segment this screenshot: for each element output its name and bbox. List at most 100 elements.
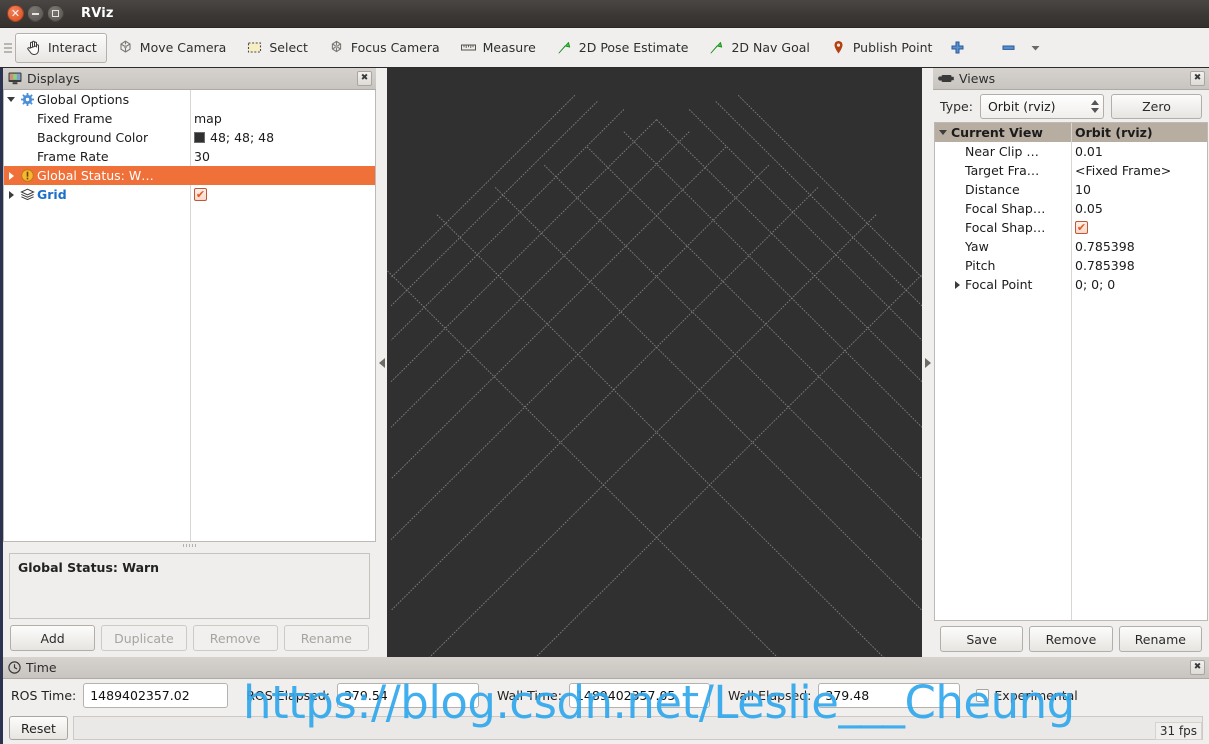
tool-select[interactable]: Select — [236, 33, 318, 63]
views-row-value[interactable]: 0; 0; 0 — [1075, 277, 1115, 292]
minus-icon — [1002, 45, 1015, 50]
toolbar-grip[interactable] — [4, 38, 12, 58]
tool-focus-camera[interactable]: Focus Camera — [318, 33, 450, 63]
tree-item-label: Background Color — [37, 130, 149, 145]
tool-2d-pose-estimate[interactable]: 2D Pose Estimate — [546, 33, 699, 63]
views-close-icon[interactable]: ✖ — [1190, 71, 1205, 86]
tool-measure[interactable]: Measure — [450, 33, 546, 63]
table-row[interactable]: Global Options — [4, 90, 375, 109]
time-close-icon[interactable]: ✖ — [1190, 660, 1205, 675]
ros-elapsed-input[interactable]: 379.54 — [336, 683, 479, 708]
collapse-left-handle[interactable] — [376, 68, 387, 657]
tool-select-label: Select — [269, 40, 308, 55]
toolbar-overflow-button[interactable] — [1022, 33, 1049, 63]
enable-checkbox[interactable]: ✔ — [194, 188, 207, 201]
clock-icon — [8, 661, 21, 674]
table-row[interactable]: Background Color 48; 48; 48 — [4, 128, 375, 147]
views-row-label: Focal Shap… — [965, 220, 1046, 235]
view-type-value: Orbit (rviz) — [987, 98, 1056, 114]
table-row-selected[interactable]: Global Status: W… — [4, 166, 375, 185]
hand-cursor-icon — [27, 40, 39, 56]
main-body: Displays ✖ Global Options Fixed Frame ma… — [0, 68, 1209, 657]
views-row-value[interactable]: 0.05 — [1075, 201, 1103, 216]
rename-view-button[interactable]: Rename — [1118, 626, 1202, 652]
remove-display-button[interactable]: Remove — [192, 625, 278, 651]
time-panel-title: Time — [26, 660, 57, 675]
maximize-window-button[interactable] — [47, 5, 64, 22]
ros-time-label: ROS Time: — [11, 688, 77, 703]
views-panel-title: Views — [959, 71, 996, 86]
tool-interact[interactable]: Interact — [15, 32, 107, 63]
views-row-value[interactable]: 0.785398 — [1075, 258, 1135, 273]
experimental-checkbox[interactable] — [976, 689, 990, 702]
expand-arrow-icon[interactable] — [4, 171, 18, 180]
tool-move-camera[interactable]: Move Camera — [107, 33, 237, 63]
views-tree[interactable]: Current View Orbit (rviz) Near Clip … 0.… — [934, 122, 1208, 621]
wall-time-input[interactable]: 1489402357.05 — [568, 683, 710, 708]
views-row-value[interactable]: 0.785398 — [1075, 239, 1135, 254]
time-fields-row: ROS Time: 1489402357.02 ROS Elapsed: 379… — [3, 679, 1209, 712]
reset-button[interactable]: Reset — [9, 716, 68, 740]
focal-shape-checkbox[interactable]: ✔ — [1075, 221, 1088, 234]
add-display-button[interactable]: Add — [10, 625, 96, 651]
views-row-label: Focal Point — [965, 277, 1033, 292]
tool-publish-point[interactable]: Publish Point — [820, 33, 943, 63]
reset-row: Reset — [3, 712, 1209, 744]
tool-interact-label: Interact — [48, 40, 97, 55]
spinner-arrows-icon[interactable] — [1090, 99, 1099, 113]
triangle-left-icon — [378, 357, 385, 368]
minimize-window-button[interactable] — [27, 5, 44, 22]
remove-tool-button[interactable] — [995, 33, 1022, 63]
gear-icon — [18, 93, 37, 106]
view-type-combo[interactable]: Orbit (rviz) — [979, 93, 1104, 119]
expand-arrow-icon[interactable] — [4, 190, 18, 199]
views-row-value[interactable]: <Fixed Frame> — [1075, 163, 1171, 178]
status-message: Global Status: Warn — [9, 553, 370, 619]
main-toolbar: Interact Move Camera Select Focus Camera… — [0, 28, 1209, 68]
expand-arrow-icon[interactable] — [935, 130, 951, 135]
move-camera-icon — [120, 40, 131, 53]
window-title: RViz — [81, 6, 114, 21]
time-panel: Time ✖ ROS Time: 1489402357.02 ROS Elaps… — [3, 657, 1209, 744]
chevron-down-icon — [1031, 46, 1040, 51]
experimental-label: Experimental — [994, 688, 1078, 703]
expand-arrow-icon[interactable] — [4, 97, 18, 102]
table-row[interactable]: Fixed Frame map — [4, 109, 375, 128]
save-view-button[interactable]: Save — [940, 626, 1024, 652]
tool-2d-nav-goal[interactable]: 2D Nav Goal — [698, 33, 819, 63]
remove-view-button[interactable]: Remove — [1029, 626, 1113, 652]
ros-time-input[interactable]: 1489402357.02 — [83, 683, 229, 708]
tree-item-value[interactable]: 48; 48; 48 — [210, 130, 274, 145]
zero-button[interactable]: Zero — [1110, 93, 1202, 119]
tree-item-value[interactable]: map — [194, 111, 222, 126]
table-row[interactable]: Grid ✔ — [4, 185, 375, 204]
views-row-value[interactable]: 0.01 — [1075, 144, 1103, 159]
close-window-button[interactable]: ✕ — [7, 5, 24, 22]
monitor-icon — [8, 72, 22, 85]
warning-icon — [18, 169, 37, 182]
table-row[interactable]: Frame Rate 30 — [4, 147, 375, 166]
tool-2d-pose-estimate-label: 2D Pose Estimate — [578, 40, 689, 55]
rename-display-button[interactable]: Rename — [283, 625, 369, 651]
viewport-area — [376, 68, 933, 657]
views-header-name: Current View — [951, 125, 1043, 140]
displays-close-icon[interactable]: ✖ — [357, 71, 372, 86]
views-row-label: Target Fra… — [965, 163, 1040, 178]
displays-splitter[interactable] — [3, 542, 376, 548]
duplicate-display-button[interactable]: Duplicate — [101, 625, 187, 651]
tree-item-label: Fixed Frame — [37, 111, 113, 126]
ros-elapsed-label: ROS Elapsed: — [246, 688, 330, 703]
status-bar — [72, 716, 1203, 740]
color-swatch[interactable] — [194, 132, 205, 143]
add-tool-button[interactable] — [942, 33, 973, 63]
render-viewport-3d[interactable] — [387, 68, 922, 657]
collapse-right-handle[interactable] — [922, 68, 933, 657]
tree-item-value[interactable]: 30 — [194, 149, 210, 164]
views-row-value[interactable]: 10 — [1075, 182, 1091, 197]
tool-focus-camera-label: Focus Camera — [350, 40, 440, 55]
displays-tree[interactable]: Global Options Fixed Frame map Backgroun… — [3, 90, 376, 542]
expand-arrow-icon[interactable] — [949, 280, 965, 289]
wall-elapsed-input[interactable]: 379.48 — [818, 683, 961, 708]
displays-panel-title: Displays — [27, 71, 80, 86]
experimental-checkbox-group[interactable]: Experimental — [976, 688, 1078, 703]
